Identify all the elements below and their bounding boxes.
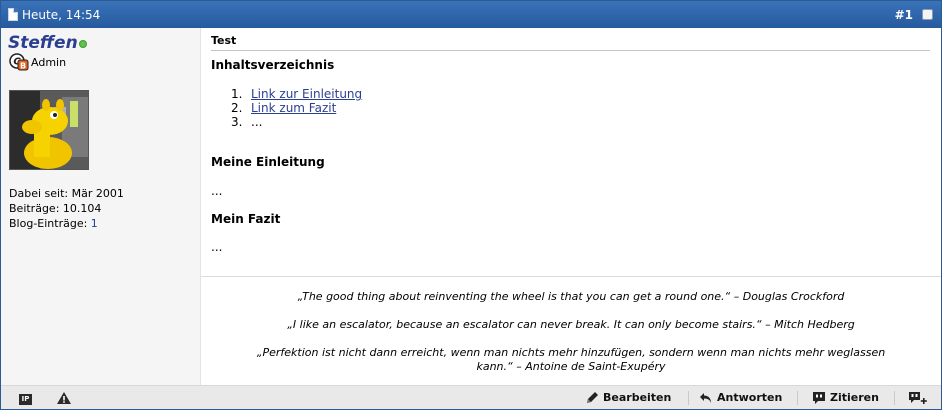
rank-icon: C B <box>9 53 29 71</box>
joined-value: Mär 2001 <box>71 187 124 200</box>
signature-quote: „Perfektion ist nicht dann erreicht, wen… <box>256 346 886 359</box>
blog-label: Blog-Einträge: <box>9 217 88 230</box>
ip-icon[interactable]: IP <box>19 394 32 405</box>
toc-item: 1. Link zur Einleitung <box>231 87 363 101</box>
avatar-image <box>10 91 88 169</box>
post-footer: IP Bearbeiten Antworten Zitieren <box>1 385 941 409</box>
footer-divider <box>894 391 895 405</box>
signature-divider <box>201 276 941 277</box>
post-select-checkbox[interactable] <box>922 9 933 20</box>
blog-count-link[interactable]: 1 <box>91 217 98 230</box>
reply-label: Antworten <box>717 391 783 404</box>
posts-info: Beiträge: 10.104 <box>9 202 101 215</box>
author-name[interactable]: Steffen <box>8 33 78 53</box>
edit-label: Bearbeiten <box>603 391 672 404</box>
post-content: Test Inhaltsverzeichnis 1. Link zur Einle… <box>201 28 941 385</box>
section-heading-intro: Meine Einleitung <box>211 155 325 169</box>
blog-info: Blog-Einträge: 1 <box>9 217 98 230</box>
section-text-conclusion: ... <box>211 240 223 254</box>
signature-quote: „The good thing about reinventing the wh… <box>297 290 845 303</box>
toc-item: 2. Link zum Fazit <box>231 101 337 115</box>
svg-text:B: B <box>20 62 26 71</box>
posts-label: Beiträge: <box>9 202 60 215</box>
author-rank: Admin <box>31 56 67 69</box>
toc-item-text: ... <box>251 115 263 129</box>
toc-link-conclusion[interactable]: Link zum Fazit <box>251 101 336 115</box>
joined-info: Dabei seit: Mär 2001 <box>9 187 124 200</box>
post-header: Heute, 14:54 #1 <box>1 1 941 28</box>
document-icon <box>8 8 18 21</box>
author-sidebar: Steffen C B Admin Dabei seit: Mär 2001 B… <box>1 28 201 385</box>
posts-value: 10.104 <box>62 202 102 215</box>
toc-link-intro[interactable]: Link zur Einleitung <box>251 87 362 101</box>
section-heading-conclusion: Mein Fazit <box>211 212 281 226</box>
footer-divider <box>797 391 798 405</box>
toc-list: 1. Link zur Einleitung 2. Link zum Fazit 3… <box>231 87 362 129</box>
toc-heading: Inhaltsverzeichnis <box>211 58 335 72</box>
warning-icon[interactable] <box>57 392 71 404</box>
pencil-icon <box>587 392 598 403</box>
signature-quote: kann.“ – Antoine de Saint-Exupéry <box>476 360 666 373</box>
section-text-intro: ... <box>211 184 223 198</box>
multi-quote-button[interactable] <box>908 390 930 406</box>
joined-label: Dabei seit: <box>9 187 69 200</box>
signature-quote: „I like an escalator, because an escalat… <box>287 318 855 331</box>
toc-item: 3.... <box>231 115 263 129</box>
edit-button[interactable]: Bearbeiten <box>585 390 685 406</box>
reply-arrow-icon <box>700 393 711 403</box>
footer-divider <box>688 391 689 405</box>
post-number-link[interactable]: #1 <box>895 8 913 22</box>
post-title: Test <box>211 34 930 51</box>
quote-label: Zitieren <box>830 391 879 404</box>
online-status-icon <box>79 40 87 48</box>
reply-button[interactable]: Antworten <box>699 390 799 406</box>
forum-post: Heute, 14:54 #1 Steffen C B Admin Dabei … <box>0 0 942 410</box>
multi-quote-icon <box>909 392 927 404</box>
post-date: Heute, 14:54 <box>22 8 101 22</box>
quote-button[interactable]: Zitieren <box>812 390 892 406</box>
avatar[interactable] <box>9 90 89 170</box>
quote-bubble-icon <box>813 392 825 404</box>
